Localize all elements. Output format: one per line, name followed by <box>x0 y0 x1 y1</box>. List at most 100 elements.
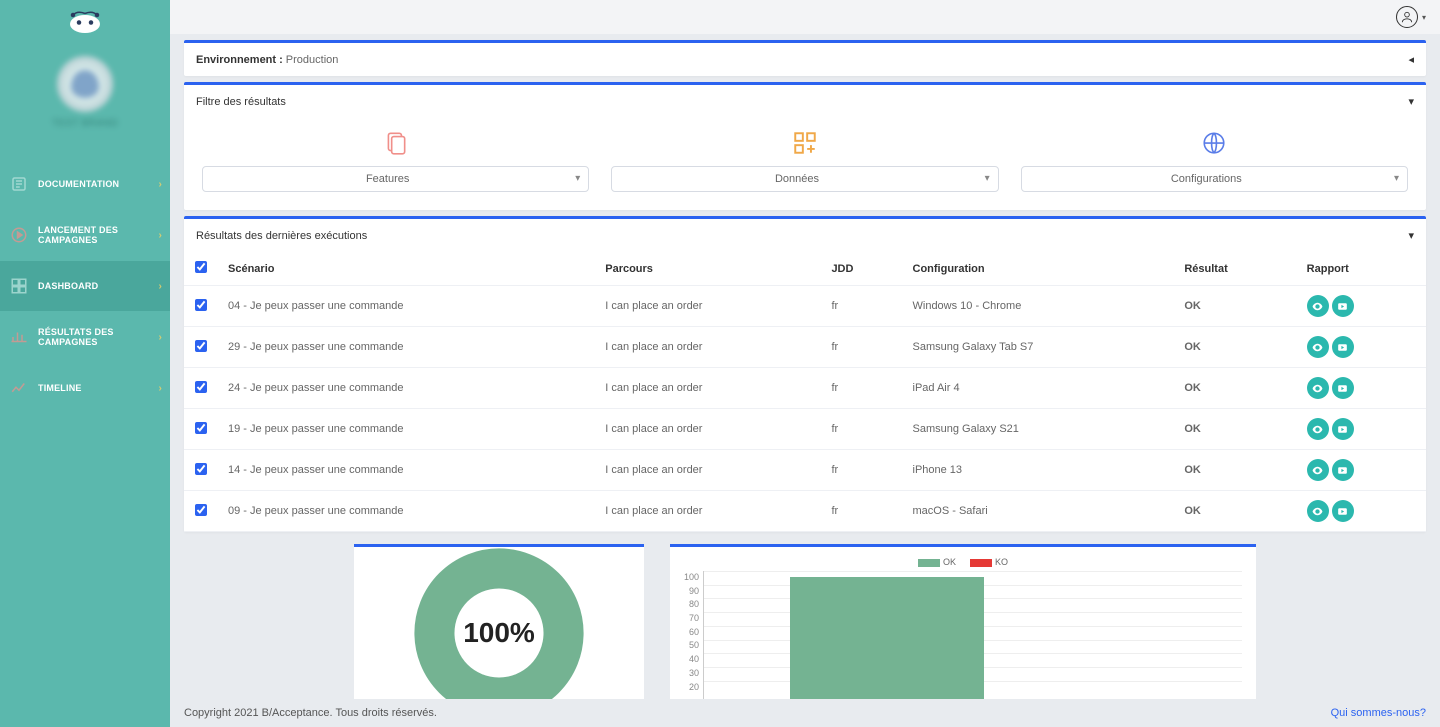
bar-chart-legend: OK KO <box>684 557 1242 567</box>
cell-parcours: I can place an order <box>595 368 821 409</box>
donut-center-label: 100% <box>414 548 584 699</box>
view-report-icon[interactable] <box>1307 500 1329 522</box>
row-checkbox[interactable] <box>195 504 207 516</box>
col-resultat: Résultat <box>1174 252 1296 286</box>
nav-label: LANCEMENT DES CAMPAGNES <box>38 225 148 245</box>
row-checkbox[interactable] <box>195 422 207 434</box>
view-report-icon[interactable] <box>1307 295 1329 317</box>
user-menu[interactable]: ▾ <box>1396 6 1426 28</box>
cell-parcours: I can place an order <box>595 491 821 532</box>
select-all-checkbox[interactable] <box>195 261 207 273</box>
video-report-icon[interactable] <box>1332 500 1354 522</box>
nav-dashboard[interactable]: DASHBOARD › <box>0 261 170 311</box>
video-report-icon[interactable] <box>1332 295 1354 317</box>
cell-config: Samsung Galaxy S21 <box>903 409 1175 450</box>
video-report-icon[interactable] <box>1332 459 1354 481</box>
cell-parcours: I can place an order <box>595 450 821 491</box>
donut-chart-card: 100% <box>354 544 644 699</box>
cell-config: Samsung Galaxy Tab S7 <box>903 327 1175 368</box>
nav-timeline[interactable]: TIMELINE › <box>0 363 170 413</box>
features-dropdown[interactable]: Features <box>202 166 589 192</box>
configurations-dropdown[interactable]: Configurations <box>1021 166 1408 192</box>
donnees-dropdown[interactable]: Données <box>611 166 998 192</box>
panel-collapse-icon[interactable]: ◂ <box>1408 53 1414 66</box>
nav: DOCUMENTATION › LANCEMENT DES CAMPAGNES … <box>0 159 170 413</box>
chevron-right-icon: › <box>158 230 162 241</box>
row-checkbox[interactable] <box>195 299 207 311</box>
row-checkbox[interactable] <box>195 381 207 393</box>
cell-jdd: fr <box>821 368 902 409</box>
col-config: Configuration <box>903 252 1175 286</box>
view-report-icon[interactable] <box>1307 377 1329 399</box>
cell-jdd: fr <box>821 491 902 532</box>
video-report-icon[interactable] <box>1332 336 1354 358</box>
cell-jdd: fr <box>821 450 902 491</box>
cell-scenario: 24 - Je peux passer une commande <box>218 368 595 409</box>
results-icon <box>10 328 28 346</box>
row-checkbox[interactable] <box>195 463 207 475</box>
tenant-label: TEST BRAND <box>52 118 118 129</box>
cell-parcours: I can place an order <box>595 409 821 450</box>
table-row: 09 - Je peux passer une commandeI can pl… <box>184 491 1426 532</box>
nav-label: RÉSULTATS DES CAMPAGNES <box>38 327 148 347</box>
col-scenario: Scénario <box>218 252 595 286</box>
filter-panel: Filtre des résultats ▾ Features D <box>184 82 1426 210</box>
environment-panel: Environnement : Production ◂ <box>184 40 1426 76</box>
cell-scenario: 09 - Je peux passer une commande <box>218 491 595 532</box>
view-report-icon[interactable] <box>1307 459 1329 481</box>
features-icon <box>383 126 409 160</box>
panel-collapse-icon[interactable]: ▾ <box>1408 229 1414 242</box>
cell-jdd: fr <box>821 286 902 327</box>
cell-resultat: OK <box>1174 327 1296 368</box>
view-report-icon[interactable] <box>1307 336 1329 358</box>
table-row: 04 - Je peux passer une commandeI can pl… <box>184 286 1426 327</box>
nav-documentation[interactable]: DOCUMENTATION › <box>0 159 170 209</box>
cell-scenario: 29 - Je peux passer une commande <box>218 327 595 368</box>
cell-parcours: I can place an order <box>595 327 821 368</box>
row-checkbox[interactable] <box>195 340 207 352</box>
chevron-right-icon: › <box>158 281 162 292</box>
nav-label: DASHBOARD <box>38 281 98 291</box>
sidebar: TEST BRAND DOCUMENTATION › LANCEMENT DES… <box>0 0 170 727</box>
view-report-icon[interactable] <box>1307 418 1329 440</box>
user-avatar-icon <box>1396 6 1418 28</box>
legend-ko: KO <box>995 557 1008 567</box>
table-row: 24 - Je peux passer une commandeI can pl… <box>184 368 1426 409</box>
cell-config: iPhone 13 <box>903 450 1175 491</box>
results-table: Scénario Parcours JDD Configuration Résu… <box>184 252 1426 532</box>
cell-resultat: OK <box>1174 368 1296 409</box>
dropdown-label: Données <box>775 173 819 185</box>
cell-jdd: fr <box>821 409 902 450</box>
documentation-icon <box>10 175 28 193</box>
filter-title: Filtre des résultats <box>196 96 286 108</box>
col-rapport: Rapport <box>1297 252 1426 286</box>
cell-scenario: 19 - Je peux passer une commande <box>218 409 595 450</box>
video-report-icon[interactable] <box>1332 418 1354 440</box>
cell-jdd: fr <box>821 327 902 368</box>
dropdown-label: Configurations <box>1171 173 1242 185</box>
chevron-right-icon: › <box>158 383 162 394</box>
nav-label: DOCUMENTATION <box>38 179 119 189</box>
globe-icon <box>1201 126 1227 160</box>
cell-resultat: OK <box>1174 286 1296 327</box>
video-report-icon[interactable] <box>1332 377 1354 399</box>
bar-chart-card: OK KO 1009080706050403020 <box>670 544 1256 699</box>
panel-collapse-icon[interactable]: ▾ <box>1408 95 1414 108</box>
cell-config: iPad Air 4 <box>903 368 1175 409</box>
nav-lancement-campagnes[interactable]: LANCEMENT DES CAMPAGNES › <box>0 209 170 261</box>
chevron-right-icon: › <box>158 179 162 190</box>
play-circle-icon <box>10 226 28 244</box>
cell-resultat: OK <box>1174 450 1296 491</box>
chevron-down-icon: ▾ <box>1422 13 1426 22</box>
nav-resultats-campagnes[interactable]: RÉSULTATS DES CAMPAGNES › <box>0 311 170 363</box>
results-title: Résultats des dernières exécutions <box>196 230 367 242</box>
tenant-avatar: TEST BRAND <box>0 56 170 129</box>
table-row: 14 - Je peux passer une commandeI can pl… <box>184 450 1426 491</box>
results-panel: Résultats des dernières exécutions ▾ Scé… <box>184 216 1426 532</box>
app-logo <box>0 0 170 46</box>
cell-parcours: I can place an order <box>595 286 821 327</box>
cell-scenario: 14 - Je peux passer une commande <box>218 450 595 491</box>
dashboard-icon <box>10 277 28 295</box>
bar-ok <box>790 577 984 699</box>
table-row: 29 - Je peux passer une commandeI can pl… <box>184 327 1426 368</box>
